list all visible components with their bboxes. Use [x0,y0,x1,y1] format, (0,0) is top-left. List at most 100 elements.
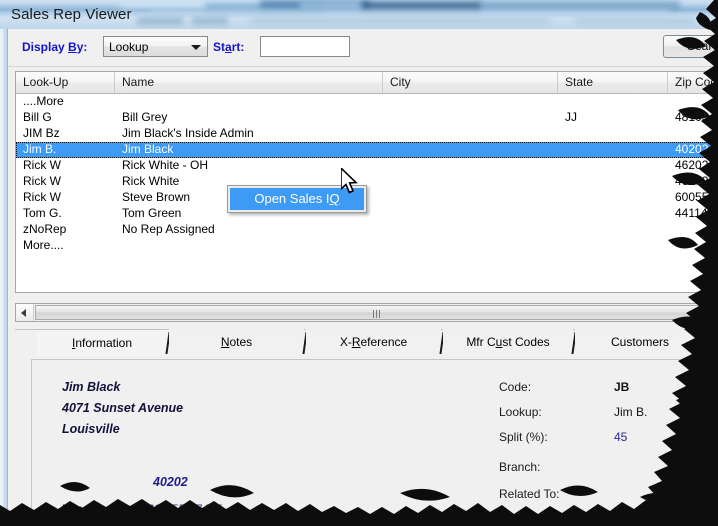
cell-name: Bill Grey [122,110,168,124]
cell-zip: 40202 [675,142,709,156]
secretary-value: JNB:ags [614,514,660,526]
cell-city [383,174,565,190]
table-row[interactable]: ....More [16,94,718,110]
cell-name: Rick White - OH [122,158,209,172]
cell-city [383,94,565,110]
start-label: Start: [213,40,245,54]
column-header-city[interactable]: City [383,72,558,93]
cell-zip: 46202 [675,174,709,188]
cell-zip: 60055 [675,190,709,204]
tab-customers[interactable]: Customers [575,329,705,356]
scrollbar-thumb[interactable] [35,305,718,320]
search-button[interactable]: Search [663,35,718,58]
cell-name: No Rep Assigned [122,222,215,236]
cell-name: Jim Black [122,142,174,156]
cell-zip [668,238,718,254]
cell-name: Jim Black's Inside Admin [122,126,254,140]
cell-city [383,158,565,174]
table-row[interactable]: Rick W Steve Brown 60055 [16,190,718,206]
window-left-border-highlight [0,29,3,526]
title-bar-blur-streak [250,18,550,24]
split-value: 45 [614,430,628,444]
grid-body: ....More Bill G Bill Grey JJ 48105 JIM Bz Jim … [16,94,718,254]
tab-x-reference[interactable]: X-Reference [306,329,441,356]
cell-city [383,126,565,142]
table-row[interactable]: zNoRep No Rep Assigned [16,222,718,238]
cell-zip: 44114 [675,206,708,220]
related-to-label: Related To: [499,487,560,501]
phone-label: Phone: [62,502,101,516]
cell-zip [668,126,718,142]
cell-state [558,174,675,190]
grid-horizontal-scrollbar[interactable] [15,303,718,322]
branch-label: Branch: [499,460,541,474]
lookup-value: Jim B. [614,405,648,419]
display-by-dropdown[interactable]: Lookup [103,36,208,57]
cell-zip: 46202 [675,158,709,172]
cell-city [383,142,565,158]
context-menu-item-open-sales-iq[interactable]: Open Sales IQ [230,188,364,210]
cell-state [558,126,675,142]
tab-label-rest: nformation [75,336,133,350]
cell-lookup: Rick W [23,158,61,172]
sales-rep-grid[interactable]: Look-Up Name City State Zip Code ....Mor… [15,71,718,293]
cell-city [383,222,565,238]
cell-zip [668,222,718,238]
title-bar-blur-streak [575,18,695,24]
cell-city [383,206,565,222]
tab-label-rest: st Codes [502,335,550,349]
table-row[interactable]: Rick W Rick White - OH 46202 [16,158,718,174]
tab-notes[interactable]: Notes [169,329,304,356]
cell-name [115,238,390,254]
column-header-state[interactable]: State [558,72,668,93]
detail-tab-strip: Information Notes X-Reference Mfr Cust Code… [15,329,718,356]
cell-lookup: ....More [23,94,64,108]
column-header-name[interactable]: Name [115,72,383,93]
cell-state [558,158,675,174]
phone-value[interactable]: (606)558-7425 [144,502,223,516]
table-row[interactable]: JIM Bz Jim Black's Inside Admin [16,126,718,142]
split-label: Split (%): [499,430,548,444]
scroll-left-arrow-icon[interactable] [16,304,34,321]
tab-mfr-cust-codes[interactable]: Mfr Cust Codes [443,329,573,356]
tab-label-rest: otes [229,335,253,349]
detail-zip: 40202 [153,475,188,489]
column-header-lookup[interactable]: Look-Up [16,72,115,93]
tab-information[interactable]: Information [37,329,167,356]
detail-city: Louisville [62,422,120,436]
cell-city [383,110,565,126]
cell-zip: 48105 [675,110,709,124]
table-row[interactable]: Bill G Bill Grey JJ 48105 [16,110,718,126]
table-row[interactable]: Jim B. Jim Black 40202 [16,142,718,158]
cell-state: JJ [565,110,577,124]
grid-header-row: Look-Up Name City State Zip Code [16,72,718,94]
cell-lookup: More.... [23,238,64,252]
code-label: Code: [499,380,532,394]
title-bar-blur-streak [480,1,680,10]
filter-toolbar: Display By: Lookup Start: Search [8,29,718,67]
window-body: Display By: Lookup Start: Search Look-Up… [7,29,718,526]
cell-lookup: Rick W [23,174,61,188]
table-row[interactable]: Rick W Rick White 46202 [16,174,718,190]
context-menu: Open Sales IQ [227,185,367,213]
cell-state [558,206,675,222]
cell-lookup: Bill G [23,110,52,124]
detail-address: 4071 Sunset Avenue [62,401,184,415]
table-row[interactable]: Tom G. Tom Green 44114 [16,206,718,222]
title-bar-blur-streak [150,10,670,16]
secretary-label: Secretary: [499,514,554,526]
cell-state [558,238,675,254]
cell-lookup: JIM Bz [23,126,60,140]
start-input[interactable] [260,36,350,57]
cell-city [383,238,565,254]
table-row[interactable]: More.... [16,238,718,254]
detail-panel: Jim Black 4071 Sunset Avenue Louisville … [31,359,718,526]
code-value: JB [614,380,630,394]
window-title: Sales Rep Viewer [11,6,132,23]
cell-name [115,94,390,110]
window-content: Display By: Lookup Start: Search Look-Up… [8,29,718,526]
cell-state [558,222,675,238]
cell-state [558,94,675,110]
cell-lookup: Tom G. [23,206,62,220]
column-header-zipcode[interactable]: Zip Code [668,72,718,93]
